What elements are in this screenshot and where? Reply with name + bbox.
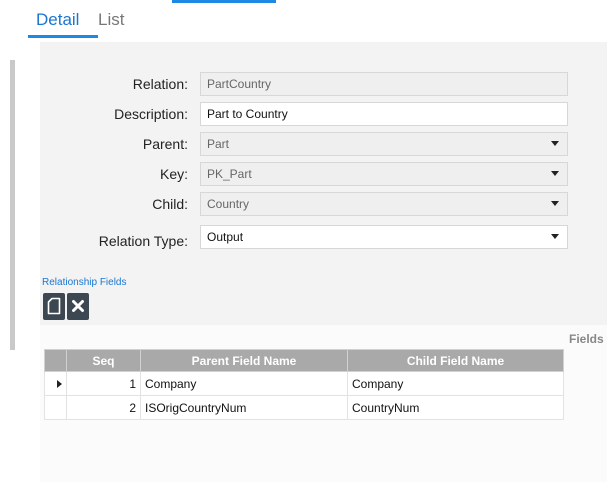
child-field-column-header[interactable]: Child Field Name: [347, 349, 564, 372]
new-document-icon: [43, 297, 65, 315]
relation-type-value: Output: [207, 230, 244, 244]
child-value: Country: [207, 197, 250, 211]
relation-field[interactable]: PartCountry: [200, 72, 568, 96]
child-field-cell[interactable]: Company: [347, 371, 564, 396]
chevron-down-icon[interactable]: [551, 141, 559, 146]
top-accent-bar: [172, 0, 276, 3]
chevron-down-icon[interactable]: [551, 201, 559, 206]
relation-type-select[interactable]: Output: [200, 225, 568, 249]
relation-type-label: Relation Type:: [98, 233, 188, 249]
parent-field-column-header[interactable]: Parent Field Name: [140, 349, 348, 372]
relation-label: Relation:: [132, 76, 188, 92]
delete-button[interactable]: [67, 293, 89, 320]
row-indicator: [44, 371, 67, 396]
description-field[interactable]: Part to Country: [200, 102, 568, 126]
child-select[interactable]: Country: [200, 192, 568, 216]
row-indicator: [44, 395, 67, 420]
seq-cell[interactable]: 2: [66, 395, 141, 420]
child-label: Child:: [152, 196, 188, 212]
tab-detail[interactable]: Detail: [36, 10, 79, 30]
parent-field-cell[interactable]: ISOrigCountryNum: [140, 395, 348, 420]
relationship-fields-grid: Seq Parent Field Name Child Field Name 1…: [44, 349, 564, 420]
key-value: PK_Part: [207, 167, 252, 181]
table-row[interactable]: 2 ISOrigCountryNum CountryNum: [44, 395, 564, 420]
current-row-arrow-icon: [57, 379, 62, 388]
relation-detail-screen: Detail List Relation: PartCountry Descri…: [0, 0, 607, 482]
tab-list[interactable]: List: [98, 10, 124, 30]
fields-side-label: Fields: [569, 332, 604, 346]
seq-column-header[interactable]: Seq: [66, 349, 141, 372]
seq-cell[interactable]: 1: [66, 371, 141, 396]
relation-value: PartCountry: [207, 77, 272, 91]
child-field-cell[interactable]: CountryNum: [347, 395, 564, 420]
delete-x-icon: [67, 297, 89, 315]
new-button[interactable]: [43, 293, 65, 320]
left-scrollbar[interactable]: [10, 60, 15, 350]
active-tab-indicator: [28, 35, 98, 38]
chevron-down-icon[interactable]: [551, 171, 559, 176]
key-label: Key:: [159, 166, 188, 182]
parent-select[interactable]: Part: [200, 132, 568, 156]
parent-value: Part: [207, 137, 230, 151]
key-select[interactable]: PK_Part: [200, 162, 568, 186]
relationship-fields-title: Relationship Fields: [42, 277, 127, 288]
description-value: Part to Country: [207, 107, 288, 121]
description-label: Description:: [114, 106, 188, 122]
parent-label: Parent:: [142, 136, 188, 152]
row-indicator-header: [44, 349, 67, 372]
grid-header-row: Seq Parent Field Name Child Field Name: [44, 349, 564, 372]
chevron-down-icon[interactable]: [551, 234, 559, 239]
table-row[interactable]: 1 Company Company: [44, 371, 564, 396]
parent-field-cell[interactable]: Company: [140, 371, 348, 396]
